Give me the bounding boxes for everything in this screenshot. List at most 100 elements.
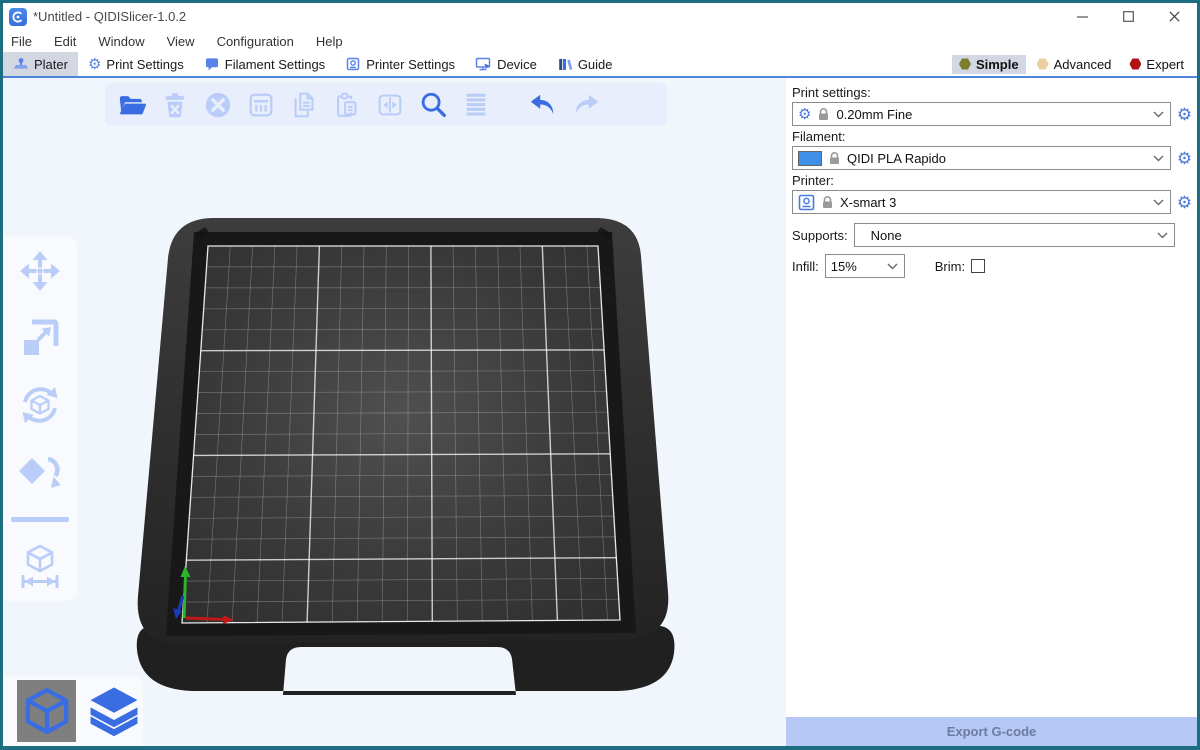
measure-tool-icon[interactable] [17, 543, 63, 589]
titlebar: *Untitled - QIDISlicer-1.0.2 [3, 3, 1197, 30]
editor-3d-view-icon[interactable] [17, 680, 76, 742]
menu-help[interactable]: Help [316, 34, 343, 49]
close-button[interactable] [1151, 3, 1197, 30]
tab-printer-settings[interactable]: Printer Settings [335, 52, 465, 76]
menubar: File Edit Window View Configuration Help [3, 30, 1197, 52]
gear-icon: ⚙ [88, 57, 101, 72]
mode-label: Advanced [1054, 57, 1112, 72]
object-toolbar [105, 83, 667, 126]
print-settings-label: Print settings: [792, 85, 1193, 100]
expert-mode-dot-icon [1129, 58, 1141, 70]
lock-icon [822, 196, 833, 209]
window-title: *Untitled - QIDISlicer-1.0.2 [33, 9, 186, 24]
arrange-icon[interactable] [244, 88, 278, 122]
filament-label: Filament: [792, 129, 1193, 144]
advanced-mode-dot-icon [1037, 58, 1049, 70]
mode-simple[interactable]: Simple [952, 55, 1026, 74]
tab-label: Guide [578, 57, 613, 72]
menu-view[interactable]: View [167, 34, 195, 49]
print-settings-combo[interactable]: ⚙ 0.20mm Fine [792, 102, 1171, 126]
device-icon [475, 56, 492, 72]
supports-label: Supports: [792, 228, 848, 243]
menu-file[interactable]: File [11, 34, 32, 49]
menu-configuration[interactable]: Configuration [217, 34, 294, 49]
gizmo-toolbar [3, 236, 77, 601]
move-tool-icon[interactable] [17, 248, 63, 294]
variable-layer-height-icon[interactable] [459, 88, 493, 122]
tab-guide[interactable]: Guide [547, 52, 623, 76]
mode-expert[interactable]: Expert [1122, 55, 1191, 74]
tab-label: Printer Settings [366, 57, 455, 72]
chevron-down-icon [1153, 111, 1164, 118]
delete-all-icon[interactable] [201, 88, 235, 122]
tab-label: Filament Settings [225, 57, 325, 72]
brim-label: Brim: [935, 259, 965, 274]
copy-icon[interactable] [287, 88, 321, 122]
filament-color-swatch [798, 151, 822, 166]
undo-icon[interactable] [526, 88, 560, 122]
search-icon[interactable] [416, 88, 450, 122]
gear-icon: ⚙ [798, 107, 811, 122]
tab-label: Device [497, 57, 537, 72]
tab-label: Print Settings [106, 57, 183, 72]
delete-icon[interactable] [158, 88, 192, 122]
viewport-3d[interactable] [3, 78, 786, 746]
scale-tool-icon[interactable] [17, 315, 63, 361]
infill-value: 15% [831, 259, 880, 274]
printer-combo[interactable]: X-smart 3 [792, 190, 1171, 214]
tab-plater[interactable]: Plater [3, 52, 78, 76]
filament-gear-button[interactable]: ⚙ [1176, 150, 1193, 167]
infill-combo[interactable]: 15% [825, 254, 905, 278]
lock-icon [829, 152, 840, 165]
guide-icon [557, 57, 573, 72]
view-mode-switch [3, 676, 143, 746]
infill-label: Infill: [792, 259, 819, 274]
mode-label: Expert [1146, 57, 1184, 72]
printer-icon [345, 56, 361, 72]
chevron-down-icon [1153, 155, 1164, 162]
tab-filament-settings[interactable]: Filament Settings [194, 52, 335, 76]
place-on-face-tool-icon[interactable] [17, 450, 63, 496]
mode-advanced[interactable]: Advanced [1030, 55, 1119, 74]
printer-icon [798, 194, 815, 211]
rotate-tool-icon[interactable] [17, 382, 63, 428]
tab-device[interactable]: Device [465, 52, 547, 76]
plater-icon [13, 56, 29, 72]
print-bed [120, 198, 680, 698]
filament-combo[interactable]: QIDI PLA Rapido [792, 146, 1171, 170]
filament-icon [204, 57, 220, 72]
chevron-down-icon [1157, 232, 1168, 239]
app-logo-icon [9, 8, 27, 26]
chevron-down-icon [887, 263, 898, 270]
supports-combo[interactable]: None [854, 223, 1175, 247]
mode-switcher: Simple Advanced Expert [952, 52, 1197, 76]
chevron-down-icon [1153, 199, 1164, 206]
tab-label: Plater [34, 57, 68, 72]
menu-window[interactable]: Window [98, 34, 144, 49]
mode-label: Simple [976, 57, 1019, 72]
tab-print-settings[interactable]: ⚙ Print Settings [78, 52, 194, 76]
redo-icon[interactable] [569, 88, 603, 122]
brim-checkbox[interactable] [971, 259, 985, 273]
printer-value: X-smart 3 [840, 195, 1146, 210]
app-window: *Untitled - QIDISlicer-1.0.2 File Edit W… [0, 0, 1200, 750]
main-content: Print settings: ⚙ 0.20mm Fine ⚙ [3, 78, 1197, 746]
filament-value: QIDI PLA Rapido [847, 151, 1146, 166]
printer-label: Printer: [792, 173, 1193, 188]
minimize-button[interactable] [1059, 3, 1105, 30]
maximize-button[interactable] [1105, 3, 1151, 30]
split-objects-icon[interactable] [373, 88, 407, 122]
print-settings-gear-button[interactable]: ⚙ [1176, 106, 1193, 123]
lock-icon [818, 108, 829, 121]
simple-mode-dot-icon [959, 58, 971, 70]
paste-icon[interactable] [330, 88, 364, 122]
gizmo-separator [11, 517, 69, 522]
settings-sidebar: Print settings: ⚙ 0.20mm Fine ⚙ [786, 78, 1197, 746]
menu-edit[interactable]: Edit [54, 34, 76, 49]
preview-layers-view-icon[interactable] [84, 680, 143, 742]
tabbar: Plater ⚙ Print Settings Filament Setting… [3, 52, 1197, 78]
printer-gear-button[interactable]: ⚙ [1176, 194, 1193, 211]
export-gcode-button[interactable]: Export G-code [786, 717, 1197, 746]
supports-value: None [871, 228, 1150, 243]
open-project-icon[interactable] [115, 88, 149, 122]
